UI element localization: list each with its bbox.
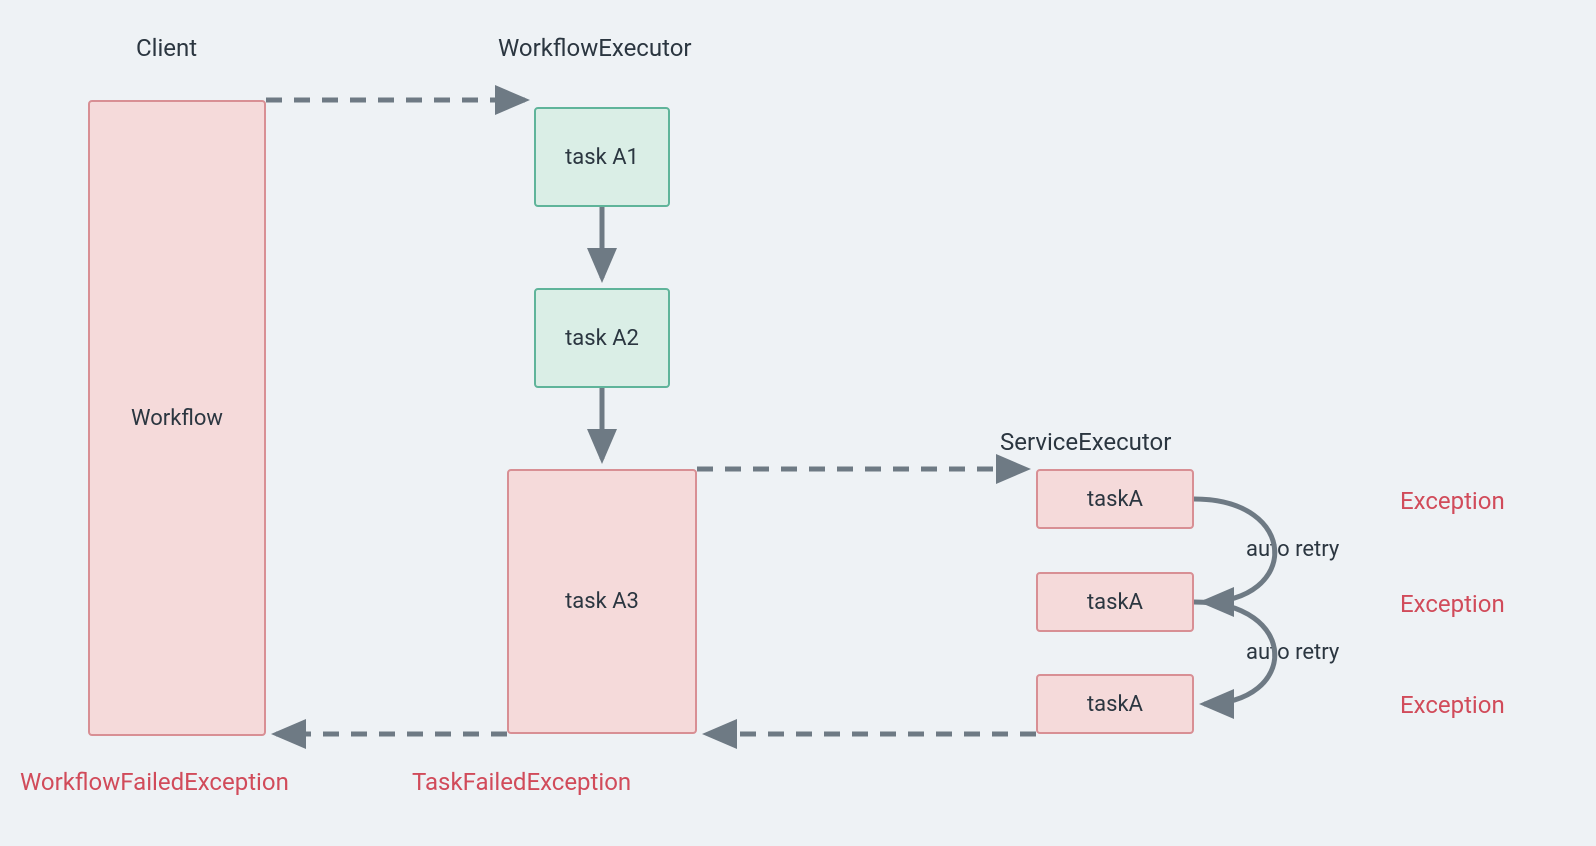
task-a1-box: task A1 [534, 107, 670, 207]
task-a-retry-3-box: taskA [1036, 674, 1194, 734]
workflow-box: Workflow [88, 100, 266, 736]
client-header: Client [136, 34, 197, 62]
task-a-retry-2-box: taskA [1036, 572, 1194, 632]
task-a3-box: task A3 [507, 469, 697, 734]
exception-2-label: Exception [1400, 590, 1505, 618]
auto-retry-2-label: auto retry [1246, 640, 1339, 665]
exception-3-label: Exception [1400, 691, 1505, 719]
task-a2-box: task A2 [534, 288, 670, 388]
diagram-canvas: Client WorkflowExecutor ServiceExecutor … [0, 0, 1596, 846]
auto-retry-1-label: auto retry [1246, 537, 1339, 562]
workflow-failed-exception-label: WorkflowFailedException [20, 768, 289, 796]
exception-1-label: Exception [1400, 487, 1505, 515]
workflow-executor-header: WorkflowExecutor [498, 34, 692, 62]
task-a-retry-1-box: taskA [1036, 469, 1194, 529]
task-failed-exception-label: TaskFailedException [412, 768, 631, 796]
service-executor-header: ServiceExecutor [1000, 428, 1171, 456]
